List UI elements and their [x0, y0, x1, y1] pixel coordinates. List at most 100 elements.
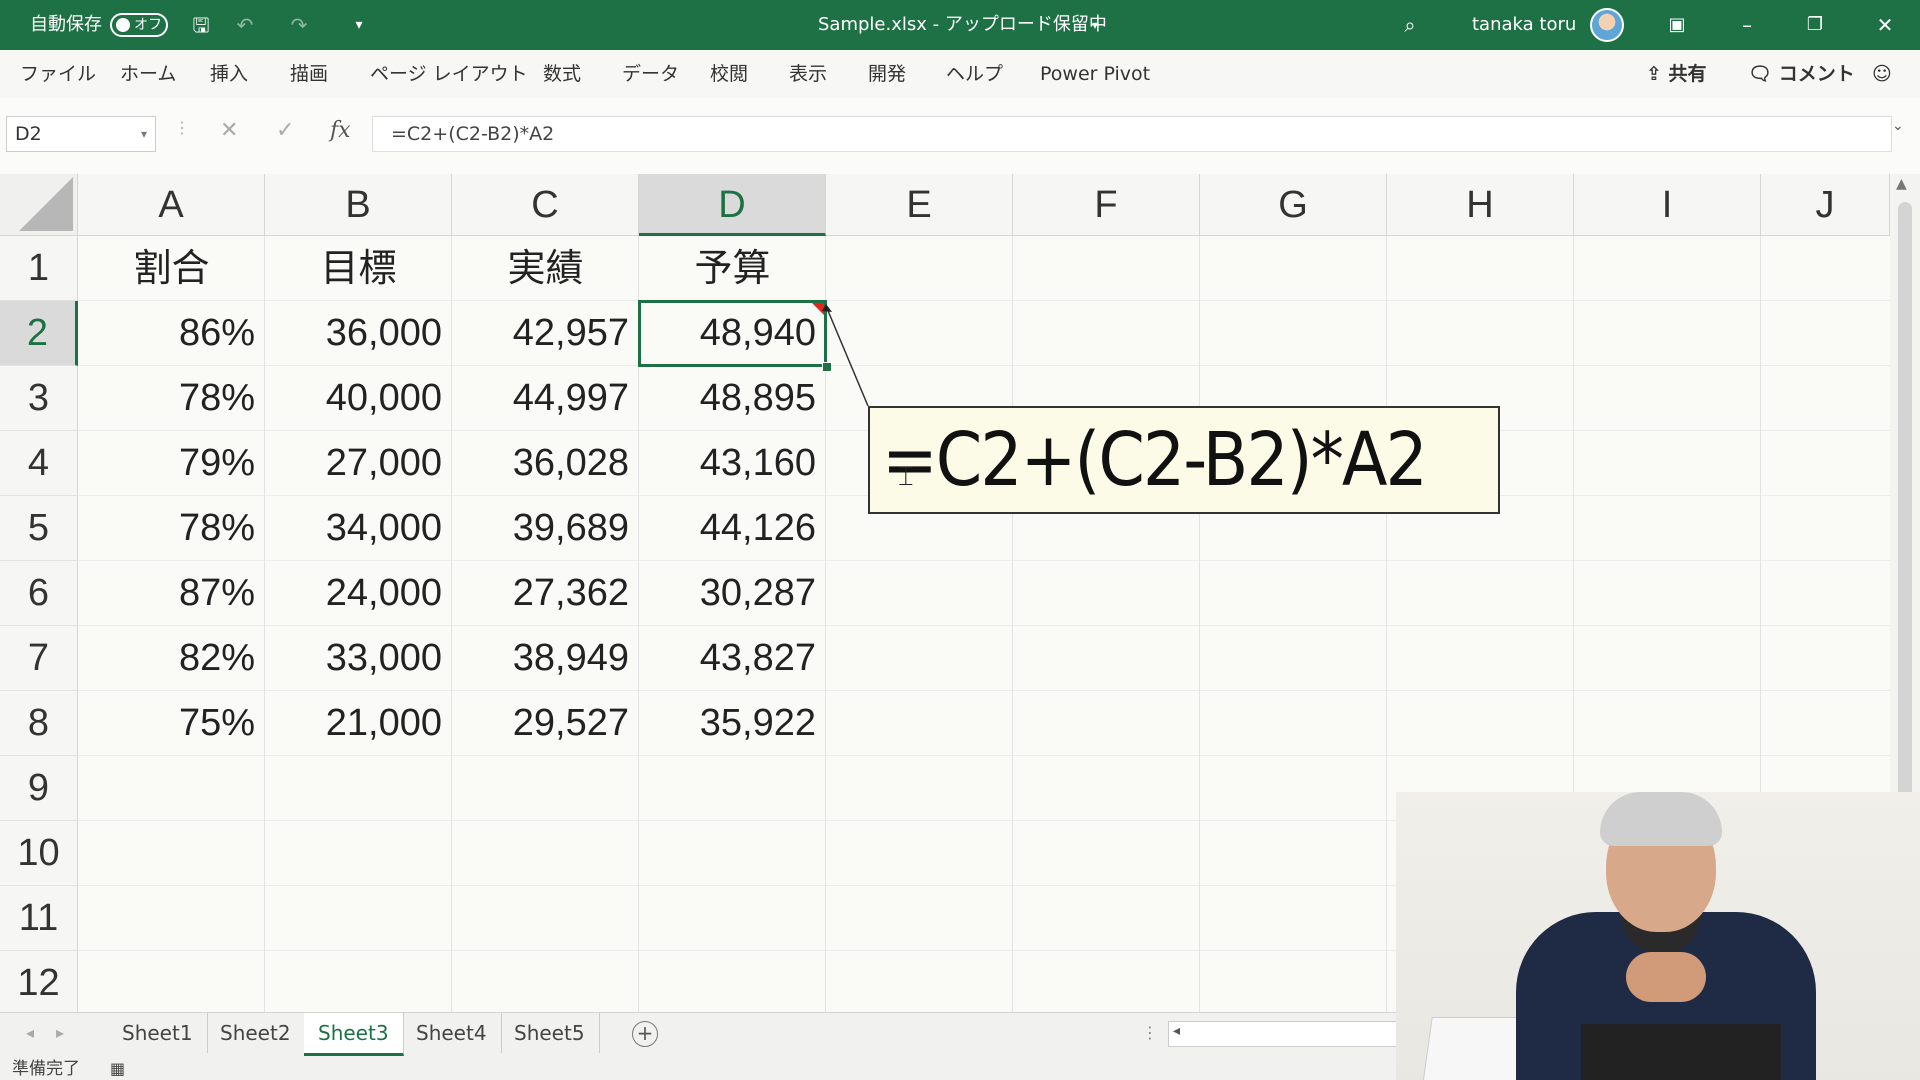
formula-input[interactable]: =C2+(C2-B2)*A2: [372, 116, 1892, 152]
tab-splitter-icon[interactable]: ⋮: [1142, 1023, 1158, 1042]
cell-a3[interactable]: 78%: [78, 366, 265, 431]
chevron-down-icon[interactable]: ▾: [141, 117, 147, 151]
cell-d8[interactable]: 35,922: [639, 691, 826, 756]
cell-d7[interactable]: 43,827: [639, 626, 826, 691]
row-header-2[interactable]: 2: [0, 301, 78, 366]
cell-b8[interactable]: 21,000: [265, 691, 452, 756]
column-header-f[interactable]: F: [1013, 174, 1200, 236]
row-header-3[interactable]: 3: [0, 366, 78, 431]
cell-d4[interactable]: 43,160: [639, 431, 826, 496]
tab-view[interactable]: 表示: [789, 50, 827, 98]
cell-b7[interactable]: 33,000: [265, 626, 452, 691]
fill-handle[interactable]: [822, 362, 832, 372]
sheet-tab-1[interactable]: Sheet1: [108, 1013, 208, 1053]
sheet-tab-2[interactable]: Sheet2: [206, 1013, 306, 1053]
column-header-d[interactable]: D: [639, 174, 826, 236]
sheet-tab-4[interactable]: Sheet4: [402, 1013, 502, 1053]
column-header-a[interactable]: A: [78, 174, 265, 236]
cell-c6[interactable]: 27,362: [452, 561, 639, 626]
customize-qat-icon[interactable]: ▾: [346, 12, 372, 38]
accessibility-icon[interactable]: ▦: [110, 1058, 125, 1080]
column-header-c[interactable]: C: [452, 174, 639, 236]
restore-icon[interactable]: ❐: [1802, 12, 1828, 38]
row-header-1[interactable]: 1: [0, 236, 78, 301]
cell-c5[interactable]: 39,689: [452, 496, 639, 561]
column-header-b[interactable]: B: [265, 174, 452, 236]
cell-b4[interactable]: 27,000: [265, 431, 452, 496]
row-header-12[interactable]: 12: [0, 951, 78, 1016]
avatar[interactable]: [1590, 8, 1624, 42]
comments-button[interactable]: 🗨 コメント: [1748, 50, 1855, 98]
row-header-11[interactable]: 11: [0, 886, 78, 951]
cell-a8[interactable]: 75%: [78, 691, 265, 756]
cell-c4[interactable]: 36,028: [452, 431, 639, 496]
insert-function-icon[interactable]: fx: [330, 118, 351, 143]
row-header-10[interactable]: 10: [0, 821, 78, 886]
tab-draw[interactable]: 描画: [290, 50, 328, 98]
row-header-8[interactable]: 8: [0, 691, 78, 756]
column-header-h[interactable]: H: [1387, 174, 1574, 236]
cell-a1[interactable]: 割合: [78, 236, 265, 301]
feedback-smiley-icon[interactable]: ☺: [1872, 50, 1892, 98]
column-header-e[interactable]: E: [826, 174, 1013, 236]
column-header-g[interactable]: G: [1200, 174, 1387, 236]
close-icon[interactable]: ✕: [1872, 12, 1898, 38]
search-icon[interactable]: ⌕: [1397, 12, 1423, 38]
user-name[interactable]: tanaka toru: [1472, 0, 1576, 50]
cell-a5[interactable]: 78%: [78, 496, 265, 561]
tab-formulas[interactable]: 数式: [543, 50, 581, 98]
title-dropdown-icon[interactable]: ▾: [1092, 0, 1098, 50]
cell-a4[interactable]: 79%: [78, 431, 265, 496]
scroll-thumb[interactable]: [1898, 202, 1912, 802]
expand-formula-icon[interactable]: ⌄: [1892, 118, 1904, 134]
scroll-up-icon[interactable]: ▲: [1896, 176, 1907, 192]
enter-icon[interactable]: ✓: [276, 118, 294, 143]
cell-c8[interactable]: 29,527: [452, 691, 639, 756]
cell-c3[interactable]: 44,997: [452, 366, 639, 431]
sheet-tab-3[interactable]: Sheet3: [304, 1013, 404, 1056]
tab-file[interactable]: ファイル: [20, 50, 96, 98]
tab-review[interactable]: 校閲: [710, 50, 748, 98]
autosave-toggle[interactable]: オフ: [110, 13, 168, 37]
add-sheet-icon[interactable]: +: [632, 1021, 658, 1047]
document-title[interactable]: Sample.xlsx - アップロード保留中: [818, 0, 1107, 50]
next-sheet-icon[interactable]: ▸: [56, 1023, 64, 1042]
cell-a7[interactable]: 82%: [78, 626, 265, 691]
cancel-icon[interactable]: ✕: [220, 118, 238, 143]
cell-b1[interactable]: 目標: [265, 236, 452, 301]
undo-icon[interactable]: ↶: [232, 12, 258, 38]
column-header-j[interactable]: J: [1761, 174, 1890, 236]
name-box[interactable]: D2 ▾: [6, 116, 156, 152]
tab-home[interactable]: ホーム: [120, 50, 176, 98]
save-icon[interactable]: 🖫: [188, 12, 214, 38]
select-all-button[interactable]: [0, 174, 78, 236]
tab-help[interactable]: ヘルプ: [946, 50, 1003, 98]
tab-data[interactable]: データ: [622, 50, 679, 98]
cell-b2[interactable]: 36,000: [265, 301, 452, 366]
cell-c7[interactable]: 38,949: [452, 626, 639, 691]
share-button[interactable]: ⇪ 共有: [1646, 50, 1707, 98]
more-options-icon[interactable]: ⋮: [174, 118, 190, 137]
cell-d6[interactable]: 30,287: [639, 561, 826, 626]
cell-d3[interactable]: 48,895: [639, 366, 826, 431]
row-header-5[interactable]: 5: [0, 496, 78, 561]
cell-a2[interactable]: 86%: [78, 301, 265, 366]
tab-developer[interactable]: 開発: [868, 50, 906, 98]
row-header-9[interactable]: 9: [0, 756, 78, 821]
cell-a6[interactable]: 87%: [78, 561, 265, 626]
minimize-icon[interactable]: –: [1734, 12, 1760, 38]
sheet-tab-5[interactable]: Sheet5: [500, 1013, 600, 1053]
cell-b6[interactable]: 24,000: [265, 561, 452, 626]
tab-power-pivot[interactable]: Power Pivot: [1040, 50, 1150, 98]
row-header-7[interactable]: 7: [0, 626, 78, 691]
cell-c2[interactable]: 42,957: [452, 301, 639, 366]
tab-insert[interactable]: 挿入: [210, 50, 248, 98]
tab-page-layout[interactable]: ページ レイアウト: [370, 50, 528, 98]
comment-callout[interactable]: =C2+(C2-B2)*A2 ⌶: [868, 406, 1500, 514]
row-header-4[interactable]: 4: [0, 431, 78, 496]
cell-c1[interactable]: 実績: [452, 236, 639, 301]
scroll-left-icon[interactable]: ◂: [1173, 1023, 1180, 1039]
horizontal-scrollbar[interactable]: ◂: [1168, 1021, 1410, 1047]
cell-d1[interactable]: 予算: [639, 236, 826, 301]
column-header-i[interactable]: I: [1574, 174, 1761, 236]
